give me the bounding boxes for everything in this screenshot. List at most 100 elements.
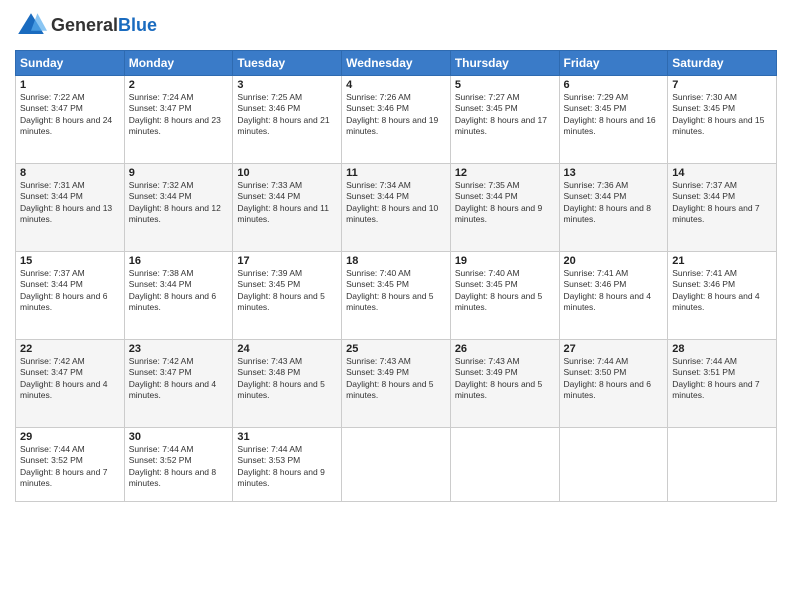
calendar-week-5: 29 Sunrise: 7:44 AMSunset: 3:52 PMDaylig… xyxy=(16,428,777,502)
cell-content: Sunrise: 7:44 AMSunset: 3:51 PMDaylight:… xyxy=(672,356,759,400)
cell-content: Sunrise: 7:39 AMSunset: 3:45 PMDaylight:… xyxy=(237,268,324,312)
cell-content: Sunrise: 7:32 AMSunset: 3:44 PMDaylight:… xyxy=(129,180,221,224)
calendar-cell: 15 Sunrise: 7:37 AMSunset: 3:44 PMDaylig… xyxy=(16,252,125,340)
day-number: 12 xyxy=(455,167,555,179)
cell-content: Sunrise: 7:38 AMSunset: 3:44 PMDaylight:… xyxy=(129,268,216,312)
cell-content: Sunrise: 7:43 AMSunset: 3:49 PMDaylight:… xyxy=(455,356,542,400)
calendar-cell: 11 Sunrise: 7:34 AMSunset: 3:44 PMDaylig… xyxy=(342,164,451,252)
calendar-cell: 31 Sunrise: 7:44 AMSunset: 3:53 PMDaylig… xyxy=(233,428,342,502)
cell-content: Sunrise: 7:31 AMSunset: 3:44 PMDaylight:… xyxy=(20,180,112,224)
day-number: 18 xyxy=(346,255,446,267)
calendar-cell: 18 Sunrise: 7:40 AMSunset: 3:45 PMDaylig… xyxy=(342,252,451,340)
calendar-cell: 12 Sunrise: 7:35 AMSunset: 3:44 PMDaylig… xyxy=(450,164,559,252)
day-number: 2 xyxy=(129,79,229,91)
cell-content: Sunrise: 7:27 AMSunset: 3:45 PMDaylight:… xyxy=(455,92,547,136)
day-number: 31 xyxy=(237,431,337,443)
calendar-cell: 27 Sunrise: 7:44 AMSunset: 3:50 PMDaylig… xyxy=(559,340,668,428)
calendar-cell: 22 Sunrise: 7:42 AMSunset: 3:47 PMDaylig… xyxy=(16,340,125,428)
day-number: 15 xyxy=(20,255,120,267)
calendar-cell: 4 Sunrise: 7:26 AMSunset: 3:46 PMDayligh… xyxy=(342,76,451,164)
calendar: SundayMondayTuesdayWednesdayThursdayFrid… xyxy=(15,50,777,502)
calendar-cell: 2 Sunrise: 7:24 AMSunset: 3:47 PMDayligh… xyxy=(124,76,233,164)
calendar-cell xyxy=(342,428,451,502)
cell-content: Sunrise: 7:36 AMSunset: 3:44 PMDaylight:… xyxy=(564,180,651,224)
cell-content: Sunrise: 7:40 AMSunset: 3:45 PMDaylight:… xyxy=(346,268,433,312)
day-number: 29 xyxy=(20,431,120,443)
calendar-cell: 26 Sunrise: 7:43 AMSunset: 3:49 PMDaylig… xyxy=(450,340,559,428)
day-of-week-thursday: Thursday xyxy=(450,51,559,76)
logo: GeneralBlue xyxy=(15,10,157,42)
cell-content: Sunrise: 7:41 AMSunset: 3:46 PMDaylight:… xyxy=(564,268,651,312)
day-of-week-friday: Friday xyxy=(559,51,668,76)
day-number: 16 xyxy=(129,255,229,267)
calendar-cell: 30 Sunrise: 7:44 AMSunset: 3:52 PMDaylig… xyxy=(124,428,233,502)
day-number: 7 xyxy=(672,79,772,91)
day-number: 28 xyxy=(672,343,772,355)
calendar-cell: 19 Sunrise: 7:40 AMSunset: 3:45 PMDaylig… xyxy=(450,252,559,340)
day-number: 21 xyxy=(672,255,772,267)
calendar-week-2: 8 Sunrise: 7:31 AMSunset: 3:44 PMDayligh… xyxy=(16,164,777,252)
day-of-week-tuesday: Tuesday xyxy=(233,51,342,76)
cell-content: Sunrise: 7:34 AMSunset: 3:44 PMDaylight:… xyxy=(346,180,438,224)
cell-content: Sunrise: 7:42 AMSunset: 3:47 PMDaylight:… xyxy=(129,356,216,400)
day-of-week-wednesday: Wednesday xyxy=(342,51,451,76)
calendar-cell: 8 Sunrise: 7:31 AMSunset: 3:44 PMDayligh… xyxy=(16,164,125,252)
day-number: 17 xyxy=(237,255,337,267)
logo-text: GeneralBlue xyxy=(51,16,157,36)
day-of-week-saturday: Saturday xyxy=(668,51,777,76)
day-number: 30 xyxy=(129,431,229,443)
cell-content: Sunrise: 7:44 AMSunset: 3:52 PMDaylight:… xyxy=(129,444,216,488)
calendar-cell xyxy=(668,428,777,502)
day-number: 19 xyxy=(455,255,555,267)
calendar-cell: 14 Sunrise: 7:37 AMSunset: 3:44 PMDaylig… xyxy=(668,164,777,252)
cell-content: Sunrise: 7:26 AMSunset: 3:46 PMDaylight:… xyxy=(346,92,438,136)
cell-content: Sunrise: 7:44 AMSunset: 3:53 PMDaylight:… xyxy=(237,444,324,488)
calendar-header-row: SundayMondayTuesdayWednesdayThursdayFrid… xyxy=(16,51,777,76)
calendar-cell: 16 Sunrise: 7:38 AMSunset: 3:44 PMDaylig… xyxy=(124,252,233,340)
day-number: 6 xyxy=(564,79,664,91)
calendar-cell: 21 Sunrise: 7:41 AMSunset: 3:46 PMDaylig… xyxy=(668,252,777,340)
day-number: 9 xyxy=(129,167,229,179)
calendar-cell: 25 Sunrise: 7:43 AMSunset: 3:49 PMDaylig… xyxy=(342,340,451,428)
day-number: 27 xyxy=(564,343,664,355)
calendar-cell: 9 Sunrise: 7:32 AMSunset: 3:44 PMDayligh… xyxy=(124,164,233,252)
page: GeneralBlue SundayMondayTuesdayWednesday… xyxy=(0,0,792,612)
cell-content: Sunrise: 7:44 AMSunset: 3:52 PMDaylight:… xyxy=(20,444,107,488)
calendar-cell: 24 Sunrise: 7:43 AMSunset: 3:48 PMDaylig… xyxy=(233,340,342,428)
calendar-cell: 29 Sunrise: 7:44 AMSunset: 3:52 PMDaylig… xyxy=(16,428,125,502)
cell-content: Sunrise: 7:29 AMSunset: 3:45 PMDaylight:… xyxy=(564,92,656,136)
calendar-week-4: 22 Sunrise: 7:42 AMSunset: 3:47 PMDaylig… xyxy=(16,340,777,428)
day-of-week-sunday: Sunday xyxy=(16,51,125,76)
cell-content: Sunrise: 7:33 AMSunset: 3:44 PMDaylight:… xyxy=(237,180,329,224)
day-number: 8 xyxy=(20,167,120,179)
day-number: 22 xyxy=(20,343,120,355)
calendar-cell: 1 Sunrise: 7:22 AMSunset: 3:47 PMDayligh… xyxy=(16,76,125,164)
calendar-cell xyxy=(450,428,559,502)
cell-content: Sunrise: 7:37 AMSunset: 3:44 PMDaylight:… xyxy=(20,268,107,312)
calendar-cell: 23 Sunrise: 7:42 AMSunset: 3:47 PMDaylig… xyxy=(124,340,233,428)
day-number: 20 xyxy=(564,255,664,267)
day-number: 10 xyxy=(237,167,337,179)
day-number: 23 xyxy=(129,343,229,355)
calendar-cell: 10 Sunrise: 7:33 AMSunset: 3:44 PMDaylig… xyxy=(233,164,342,252)
calendar-cell xyxy=(559,428,668,502)
cell-content: Sunrise: 7:22 AMSunset: 3:47 PMDaylight:… xyxy=(20,92,112,136)
calendar-cell: 7 Sunrise: 7:30 AMSunset: 3:45 PMDayligh… xyxy=(668,76,777,164)
calendar-cell: 5 Sunrise: 7:27 AMSunset: 3:45 PMDayligh… xyxy=(450,76,559,164)
day-number: 14 xyxy=(672,167,772,179)
cell-content: Sunrise: 7:43 AMSunset: 3:49 PMDaylight:… xyxy=(346,356,433,400)
day-number: 11 xyxy=(346,167,446,179)
calendar-cell: 13 Sunrise: 7:36 AMSunset: 3:44 PMDaylig… xyxy=(559,164,668,252)
cell-content: Sunrise: 7:25 AMSunset: 3:46 PMDaylight:… xyxy=(237,92,329,136)
calendar-cell: 20 Sunrise: 7:41 AMSunset: 3:46 PMDaylig… xyxy=(559,252,668,340)
calendar-cell: 17 Sunrise: 7:39 AMSunset: 3:45 PMDaylig… xyxy=(233,252,342,340)
header: GeneralBlue xyxy=(15,10,777,42)
cell-content: Sunrise: 7:44 AMSunset: 3:50 PMDaylight:… xyxy=(564,356,651,400)
calendar-week-1: 1 Sunrise: 7:22 AMSunset: 3:47 PMDayligh… xyxy=(16,76,777,164)
calendar-cell: 28 Sunrise: 7:44 AMSunset: 3:51 PMDaylig… xyxy=(668,340,777,428)
cell-content: Sunrise: 7:41 AMSunset: 3:46 PMDaylight:… xyxy=(672,268,759,312)
day-of-week-monday: Monday xyxy=(124,51,233,76)
cell-content: Sunrise: 7:42 AMSunset: 3:47 PMDaylight:… xyxy=(20,356,107,400)
cell-content: Sunrise: 7:37 AMSunset: 3:44 PMDaylight:… xyxy=(672,180,759,224)
day-number: 3 xyxy=(237,79,337,91)
